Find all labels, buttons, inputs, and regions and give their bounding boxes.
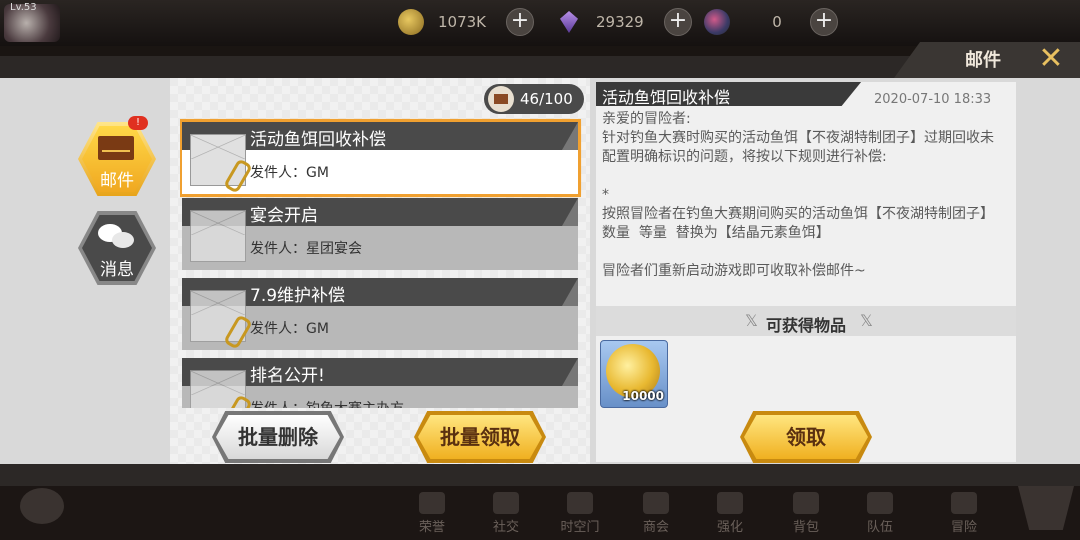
gem-icon [556,9,582,35]
top-bar [0,0,1080,46]
nav-honor[interactable]: 荣誉 [404,486,460,540]
currency-orb: 0 + [704,8,838,36]
close-icon[interactable]: ✕ [1036,44,1066,74]
mail-sender: 发件人：GM [250,165,329,181]
mail-sender: 发件人：钓鱼大赛主办方 [250,398,404,408]
add-orb-button[interactable]: + [810,8,838,36]
add-gold-button[interactable]: + [506,8,534,36]
nav-bag[interactable]: 背包 [778,486,834,540]
panel-bottom-band [0,464,1080,486]
notification-badge: ! [128,116,148,130]
currency-gem: 29329 + [556,8,692,36]
nav-portal[interactable]: 时空门 [552,486,608,540]
adventure-icon [951,492,977,514]
currency-orb-value: 0 [772,13,782,31]
mail-item[interactable]: 7.9维护补偿 发件人：GM [182,278,578,350]
mail-subject: 排名公开! [250,366,325,386]
bag-icon [793,492,819,514]
rewards-title: 可获得物品 [765,316,846,335]
mailbox-icon [488,86,514,112]
mail-icon [98,136,134,160]
portal-icon [567,492,593,514]
nav-social[interactable]: 社交 [478,486,534,540]
team-icon [867,492,893,514]
mail-item[interactable]: 排名公开! 发件人：钓鱼大赛主办方 [182,358,578,408]
bottom-nav [0,486,1080,540]
claim-all-button[interactable]: 批量领取 [418,415,542,459]
gold-coin-icon [398,9,424,35]
mail-detail-date: 2020-07-10 18:33 [874,92,992,107]
reward-quantity: 10000 [622,389,664,403]
enhance-icon [717,492,743,514]
mail-detail-title: 活动鱼饵回收补偿 [602,88,731,107]
shop-icon [643,492,669,514]
page-title: 邮件 [965,50,1001,71]
mail-subject: 活动鱼饵回收补偿 [250,130,386,150]
add-gem-button[interactable]: + [664,8,692,36]
currency-gem-value: 29329 [596,13,644,31]
mail-list[interactable]: 活动鱼饵回收补偿 发件人：GM 宴会开启 发件人：星团宴会 7.9维护补偿 发件… [180,118,582,408]
mail-subject: 宴会开启 [250,206,318,226]
social-icon [493,492,519,514]
mail-item[interactable]: 活动鱼饵回收补偿 发件人：GM [180,119,581,197]
delete-all-button[interactable]: 批量删除 [216,415,340,459]
mail-sender: 发件人：星团宴会 [250,241,362,257]
mail-item[interactable]: 宴会开启 发件人：星团宴会 [182,198,578,270]
nav-enhance[interactable]: 强化 [702,486,758,540]
mail-detail-body: 亲爱的冒险者: 针对钓鱼大赛时购买的活动鱼饵【不夜湖特制团子】过期回收未配置明确… [602,111,994,279]
envelope-icon [190,210,246,262]
claim-button[interactable]: 领取 [744,415,868,459]
tab-message-label: 消息 [100,260,134,280]
nav-team[interactable]: 队伍 [852,486,908,540]
tab-mail-label: 邮件 [100,171,134,191]
nav-shop[interactable]: 商会 [628,486,684,540]
chat-icon [98,224,134,250]
currency-gold: 1073K + [398,8,534,36]
orb-icon [704,9,730,35]
honor-icon [419,492,445,514]
player-level: Lv.53 [10,2,37,13]
mail-counter-text: 46/100 [520,90,573,108]
mail-subject: 7.9维护补偿 [250,286,346,306]
nav-adventure[interactable]: 冒险 [936,486,992,540]
chat-icon[interactable] [20,488,64,524]
currency-gold-value: 1073K [438,13,487,31]
mail-sender: 发件人：GM [250,321,329,337]
